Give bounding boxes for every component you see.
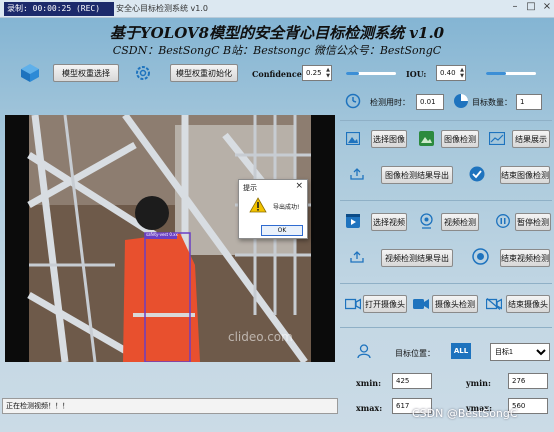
- ymin-value: 276: [508, 373, 548, 389]
- iou-label: IOU:: [406, 69, 427, 79]
- detect-image-button[interactable]: 图像检测: [441, 130, 479, 148]
- message-dialog: 提示 × 导出成功! OK: [238, 179, 308, 239]
- end-image-detect-button[interactable]: 结束图像检测: [500, 166, 550, 184]
- cube-icon: [21, 64, 39, 82]
- iou-slider[interactable]: [486, 72, 536, 75]
- clock-icon: [345, 93, 361, 109]
- dialog-ok-button[interactable]: OK: [261, 225, 303, 236]
- xmin-value: 425: [392, 373, 432, 389]
- time-value: 0.01: [416, 94, 444, 110]
- minimize-button[interactable]: –: [508, 1, 522, 12]
- confidence-label: Confidence:: [252, 69, 305, 79]
- select-image-button[interactable]: 选择图像: [371, 130, 407, 148]
- iou-spinbox[interactable]: 0.40 ▲ ▼: [436, 65, 466, 81]
- detection-label: safety-vest 0.xx: [146, 232, 178, 237]
- pie-chart-icon: [454, 94, 468, 108]
- stop-circle-icon: [472, 248, 489, 265]
- video-icon: [346, 214, 360, 228]
- app-title: 基于YOLOV8模型的安全背心目标检测系统 v1.0: [109, 24, 445, 42]
- chart-line-icon: [489, 132, 505, 145]
- camera-icon: [345, 298, 361, 310]
- maximize-button[interactable]: □: [524, 1, 538, 12]
- camera-detect-icon: [413, 299, 429, 309]
- section-divider: [340, 327, 552, 328]
- section-divider: [340, 200, 552, 201]
- close-window-button[interactable]: ×: [540, 1, 554, 12]
- count-label: 目标数量：: [472, 98, 512, 107]
- status-bar: 正在检测视频！！！: [2, 398, 338, 414]
- export-video-result-button[interactable]: 视频检测结果导出: [381, 249, 453, 267]
- close-camera-button[interactable]: 结束摄像头: [506, 295, 550, 313]
- dialog-close-button[interactable]: ×: [295, 181, 303, 191]
- dialog-title: 提示: [243, 184, 257, 192]
- user-icon: [357, 344, 371, 359]
- init-weights-button[interactable]: 模型权重初始化: [170, 64, 238, 82]
- image-detect-icon: [419, 131, 434, 146]
- camera-off-icon: [486, 298, 502, 310]
- webcam-icon: [420, 213, 433, 229]
- recording-badge: 录制: 00:00:25 (REC): [4, 2, 114, 16]
- upload-icon: [350, 251, 364, 263]
- time-label: 检测用时：: [370, 98, 410, 107]
- window-title: 安全心目标检测系统 v1.0: [116, 4, 208, 13]
- select-video-button[interactable]: 选择视频: [371, 213, 407, 231]
- detect-video-button[interactable]: 视频检测: [441, 213, 479, 231]
- window-titlebar: 录制: 00:00:25 (REC) 安全心目标检测系统 v1.0 – □ ×: [0, 0, 554, 18]
- confidence-spinbox[interactable]: 0.25 ▲ ▼: [302, 65, 332, 81]
- pause-detect-button[interactable]: 暂停检测: [515, 213, 551, 231]
- confidence-value: 0.25: [306, 69, 322, 77]
- ymin-label: ymin:: [466, 378, 491, 388]
- target-select[interactable]: 目标1: [490, 343, 550, 361]
- select-weights-button[interactable]: 模型权重选择: [53, 64, 119, 82]
- open-camera-button[interactable]: 打开摄像头: [363, 295, 407, 313]
- show-result-button[interactable]: 结果展示: [512, 130, 550, 148]
- spin-arrows-icon[interactable]: ▲ ▼: [326, 67, 330, 79]
- check-circle-icon: [469, 166, 485, 182]
- count-value: 1: [516, 94, 542, 110]
- iou-value: 0.40: [440, 69, 456, 77]
- detect-camera-button[interactable]: 摄像头检测: [432, 295, 478, 313]
- warning-icon: [249, 197, 267, 213]
- xmax-label: xmax:: [356, 403, 383, 413]
- all-targets-badge: ALL: [451, 343, 471, 359]
- gear-icon: [136, 66, 150, 80]
- dialog-message: 导出成功!: [273, 204, 300, 211]
- section-divider: [340, 120, 552, 121]
- app-subtitle: CSDN：BestSongC B站：Bestsongc 微信公众号：BestSo…: [112, 44, 442, 57]
- csdn-watermark: CSDN @BestSongC: [412, 407, 518, 420]
- watermark-text: clideo.com: [228, 330, 293, 344]
- export-image-result-button[interactable]: 图像检测结果导出: [381, 166, 453, 184]
- iou-slider-fill: [486, 72, 506, 75]
- confidence-slider[interactable]: [346, 72, 396, 75]
- target-label: 目标位置：: [395, 349, 435, 358]
- upload-icon: [350, 168, 364, 180]
- xmin-label: xmin:: [356, 378, 382, 388]
- spin-arrows-icon[interactable]: ▲ ▼: [460, 67, 464, 79]
- pause-icon: [496, 214, 510, 228]
- end-video-detect-button[interactable]: 结束视频检测: [500, 249, 550, 267]
- confidence-slider-fill: [346, 72, 359, 75]
- section-divider: [340, 283, 552, 284]
- image-icon: [346, 132, 360, 145]
